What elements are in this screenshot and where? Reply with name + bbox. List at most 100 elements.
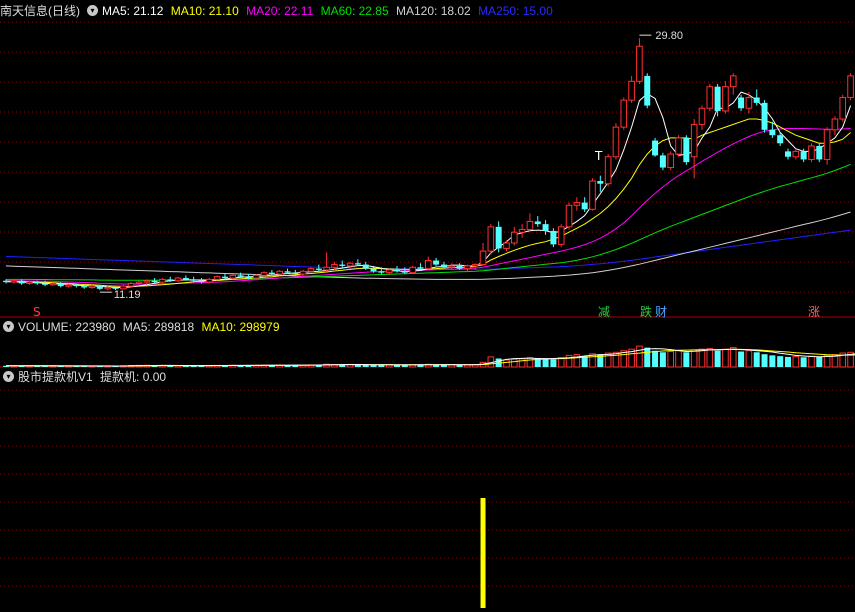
volume-bar [823,354,831,368]
signal-label: S [33,305,41,319]
candle-body [534,221,541,225]
candle-body [706,86,714,109]
ma250-readout: MA250: 15.00 [478,4,553,18]
candle-body [237,275,244,277]
volume-panel-header: ▾ VOLUME: 223980 MA5: 289818 MA10: 298979 [0,318,284,336]
candle-body [151,280,158,283]
volume-bar [777,356,784,367]
candle-body [299,270,307,275]
candle-body [839,96,847,120]
signal-label: 减 [598,305,610,319]
candle-body [378,271,385,273]
ma120-readout: MA120: 18.02 [396,4,471,18]
candle-body [816,145,823,160]
candle-body [565,204,573,228]
volume-bar [753,352,760,367]
price-annotations: 29.80 11.19 S 减 跌财 涨 T [33,30,820,319]
candle-body [675,137,682,155]
candle-body [34,282,41,284]
candle-body [409,266,416,274]
signal-label: 涨 [808,304,820,319]
volume-bar [816,356,823,367]
candle-body [206,278,213,283]
volume-bar [659,352,666,367]
candle-body [620,99,628,128]
volume-bar [722,348,729,368]
candle-body [229,274,237,279]
candle-body [542,224,549,231]
candle-body [96,286,103,289]
candle-body [339,264,346,266]
candle-body [42,283,49,285]
candle-body [612,126,620,158]
volume-readout: VOLUME: 223980 [18,320,116,334]
candle-body [487,226,495,252]
candle-body [550,230,557,245]
candle-body [495,226,502,249]
candle-body [518,229,526,233]
candle-body [628,80,635,101]
candle-body [354,263,361,265]
ma20-readout: MA20: 22.11 [246,4,314,18]
candle-body [808,145,815,160]
candle-body [526,220,534,231]
collapse-circle-icon[interactable]: ▾ [3,321,14,333]
candle-body [800,151,807,160]
candle-body [511,231,518,244]
volume-bar [698,348,706,368]
signal-label: T [594,149,603,163]
candle-body [761,102,768,130]
stock-chart: 29.80 11.19 S 减 跌财 涨 T [0,21,855,608]
ma5-readout: MA5: 21.12 [102,4,164,18]
candle-body [276,270,283,275]
candle-body [659,155,666,168]
candle-body [49,282,57,286]
collapse-circle-icon[interactable]: ▾ [87,5,98,17]
candle-body [213,276,221,280]
candle-body [557,226,565,245]
candle-body [260,272,268,276]
candle-body [722,86,729,112]
volume-bar [644,347,651,367]
ma10-readout: MA10: 21.10 [170,4,239,18]
candle-body [847,75,854,98]
candle-body [667,153,675,169]
candle-body [182,278,189,280]
collapse-circle-icon[interactable]: ▾ [3,371,14,383]
volume-bar [550,359,557,367]
candle-body [284,271,291,273]
candle-body [456,265,463,269]
candle-body [370,268,377,272]
candle-body [597,181,604,184]
candle-body [683,137,690,163]
volume-bar [745,350,753,368]
candle-body [769,129,776,136]
vol-ma10-readout: MA10: 298979 [201,320,280,334]
volume-bar [792,356,800,368]
candle-body [604,156,612,185]
candle-body [198,280,205,283]
candle-body [785,151,791,157]
candle-body [479,250,487,266]
candle-body [753,97,760,103]
candle-body [65,284,72,287]
candle-body [385,269,393,274]
candle-body [690,123,698,158]
volume-bar [706,347,714,368]
low-price-label: 11.19 [114,289,141,301]
volume-bar [808,355,815,368]
indicator-readout: 提款机: 0.00 [100,370,167,384]
high-price-label: 29.80 [655,30,683,42]
candle-body [268,272,275,275]
candle-body [167,279,174,281]
volume-bar [604,352,612,368]
candle-body [362,264,369,269]
candle-body [292,272,299,275]
candle-body [221,276,228,279]
candle-body [331,264,338,268]
candle-body [3,280,9,283]
indicator-name: 股市提款机V1 [18,370,93,384]
indicator-panel [480,498,486,608]
candle-body [401,271,408,273]
signal-label: 跌 [640,304,652,319]
